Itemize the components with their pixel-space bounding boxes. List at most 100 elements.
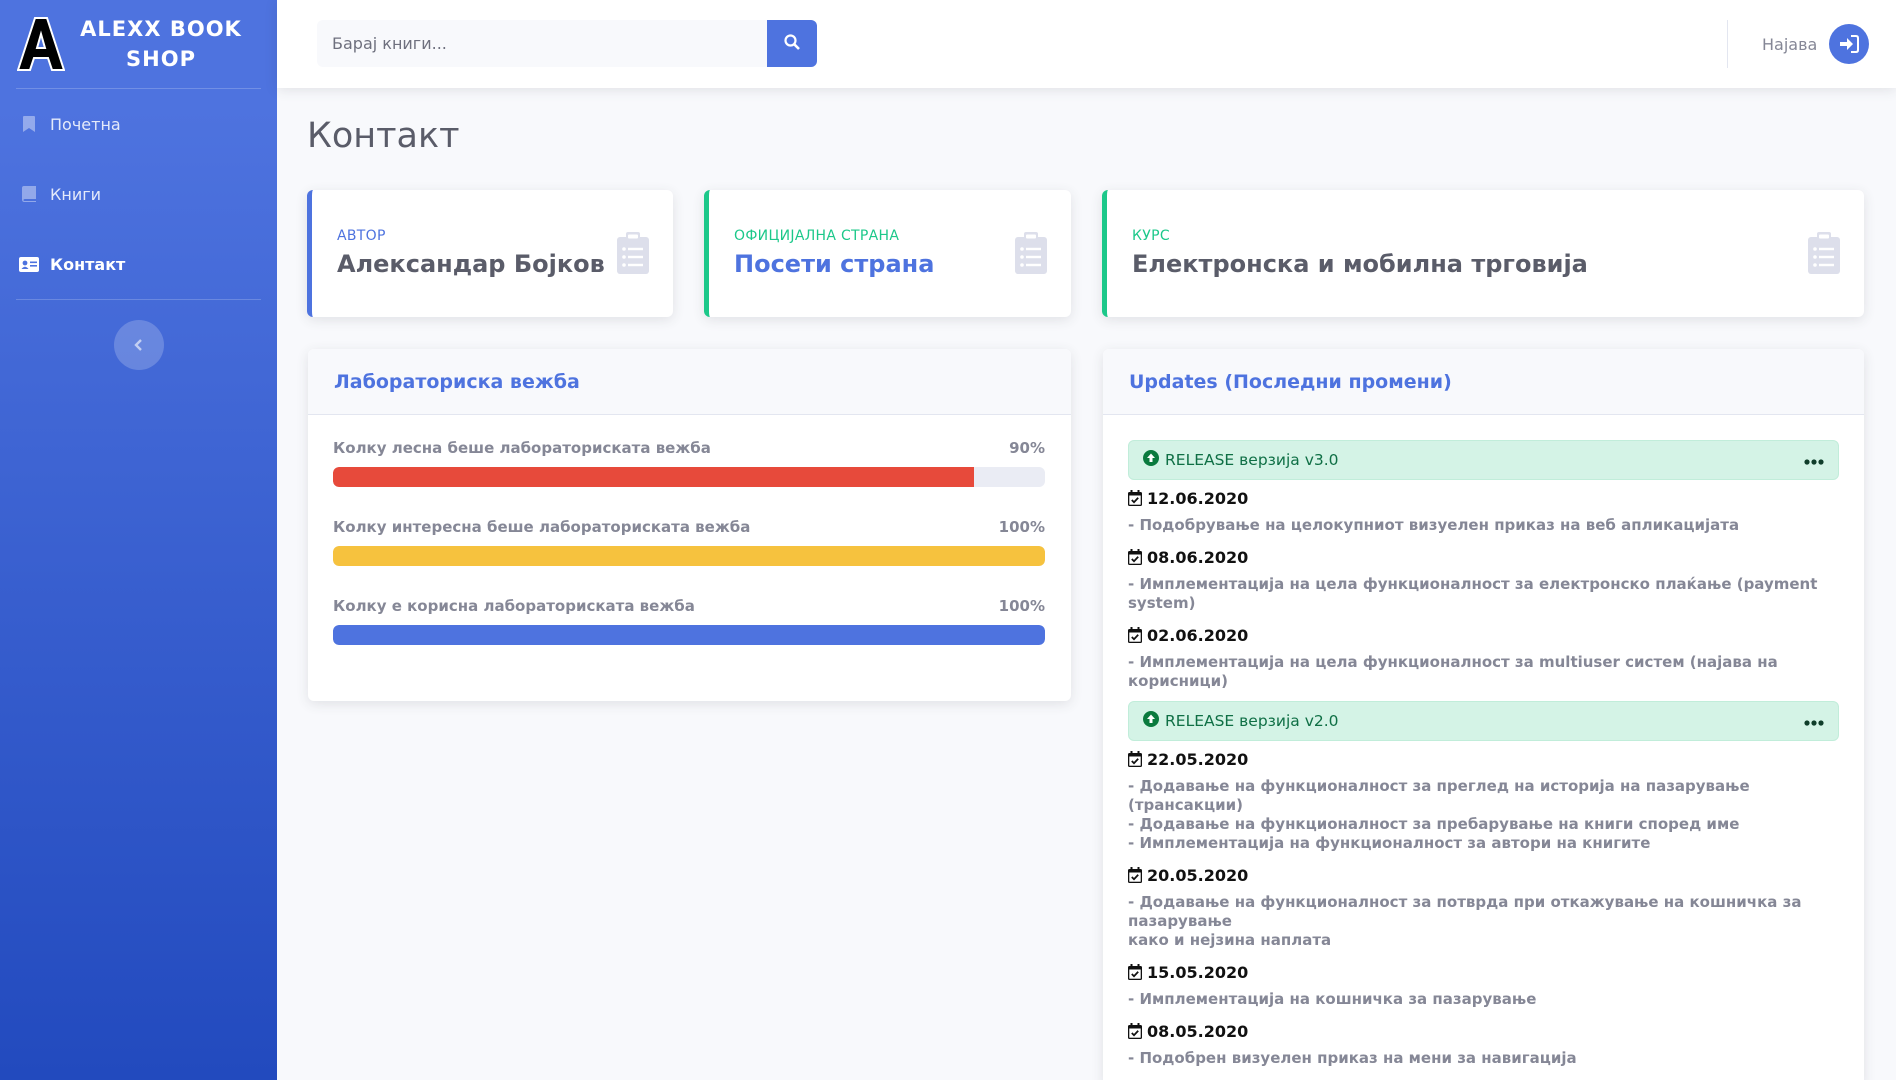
update-date: 12.06.2020 (1128, 486, 1839, 510)
sidebar-item-label: Почетна (50, 114, 121, 134)
update-entry: 02.06.2020 - Имплементација на цела функц… (1128, 623, 1839, 691)
progress-track (333, 467, 1045, 487)
course-card-value: Електронска и мобилна трговија (1132, 250, 1588, 278)
progress-fill (333, 625, 1045, 645)
update-date: 08.06.2020 (1128, 545, 1839, 569)
bookmark-icon (18, 114, 40, 134)
release-banner-v2: RELEASE верзија v2.0 (1128, 701, 1839, 741)
page-title: Контакт (307, 116, 460, 156)
sidebar-item-books[interactable]: Книги (0, 159, 277, 229)
update-date: 08.05.2020 (1128, 1019, 1839, 1043)
update-entry: 20.05.2020 - Додавање на функционалност з… (1128, 863, 1839, 950)
updates-body: RELEASE верзија v3.0 12.06.2020 - Подобру… (1103, 415, 1864, 1080)
id-card-icon (18, 254, 40, 274)
progress-percent: 90% (1009, 439, 1045, 457)
release-v3-entries: 12.06.2020 - Подобрување на целокупниот в… (1128, 486, 1839, 691)
update-date-text: 20.05.2020 (1147, 865, 1249, 885)
sidebar-item-contact[interactable]: Контакт (0, 229, 277, 299)
update-description: - Имплементација на цела функционалност … (1128, 653, 1778, 690)
arrow-circle-up-icon (1143, 450, 1159, 470)
progress-percent: 100% (998, 597, 1045, 615)
progress-label: Колку лесна беше лабораториската вежба (333, 439, 711, 457)
update-date: 22.05.2020 (1128, 747, 1839, 771)
sidebar-toggle-button[interactable] (113, 320, 164, 370)
ellipsis-icon[interactable] (1804, 451, 1824, 469)
update-description: - Додавање на функционалност за пребарув… (1128, 815, 1740, 833)
lab-card-title: Лабораториска вежба (308, 349, 1071, 415)
brand-name: ALEXX BOOK SHOP (80, 17, 242, 71)
clipboard-list-icon (1015, 232, 1047, 278)
update-description: - Имплементација на кошничка за пазарува… (1128, 990, 1537, 1008)
topbar: Најава (277, 0, 1896, 88)
search-input[interactable] (317, 20, 767, 67)
lab-exercise-card: Лабораториска вежба Колку лесна беше лаб… (308, 349, 1071, 701)
visit-page-link[interactable]: Посети страна (734, 250, 934, 278)
progress-track (333, 625, 1045, 645)
release-label: RELEASE верзија v3.0 (1165, 451, 1339, 469)
update-description: како и нејзина наплата (1128, 931, 1332, 949)
sidebar-item-label: Книги (50, 184, 102, 204)
topbar-divider (1727, 20, 1728, 68)
update-entry: 15.05.2020 - Имплементација на кошничка з… (1128, 960, 1839, 1009)
search-group (317, 20, 817, 67)
course-card-label: КУРС (1132, 228, 1170, 244)
brand-logo (16, 16, 66, 72)
update-date-text: 02.06.2020 (1147, 625, 1249, 645)
progress-track (333, 546, 1045, 566)
ellipsis-icon[interactable] (1804, 712, 1824, 730)
author-card: АВТОР Александар Бојков (307, 190, 673, 317)
progress-percent: 100% (998, 518, 1045, 536)
chevron-left-icon (133, 336, 144, 355)
calendar-check-icon (1128, 751, 1142, 767)
release-label: RELEASE верзија v2.0 (1165, 712, 1339, 730)
official-page-card: ОФИЦИЈАЛНА СТРАНА Посети страна (704, 190, 1071, 317)
sidebar-item-home[interactable]: Почетна (0, 89, 277, 159)
author-card-value: Александар Бојков (337, 250, 605, 278)
author-card-label: АВТОР (337, 228, 386, 244)
clipboard-list-icon (1808, 232, 1840, 278)
calendar-check-icon (1128, 964, 1142, 980)
calendar-check-icon (1128, 1023, 1142, 1039)
updates-card: Updates (Последни промени) RELEASE верзи… (1103, 349, 1864, 1080)
update-entry: 12.06.2020 - Подобрување на целокупниот в… (1128, 486, 1839, 535)
update-date-text: 15.05.2020 (1147, 962, 1249, 982)
course-card: КУРС Електронска и мобилна трговија (1102, 190, 1864, 317)
book-icon (18, 184, 40, 204)
sidebar-toggle-wrap (0, 300, 277, 370)
progress-easy: Колку лесна беше лабораториската вежба 9… (333, 439, 1045, 487)
release-v2-entries: 22.05.2020 - Додавање на функционалност з… (1128, 747, 1839, 1080)
update-date-text: 08.06.2020 (1147, 547, 1249, 567)
update-description: - Додавање на функционалност за потврда … (1128, 893, 1802, 930)
calendar-check-icon (1128, 490, 1142, 506)
progress-interesting: Колку интересна беше лабораториската веж… (333, 518, 1045, 566)
update-description: - Додавање на функционалност за преглед … (1128, 777, 1750, 814)
brand[interactable]: ALEXX BOOK SHOP (0, 0, 277, 88)
updates-card-title: Updates (Последни промени) (1103, 349, 1864, 415)
update-description: - Подобрен визуелен приказ на мени за на… (1128, 1049, 1577, 1067)
update-date-text: 08.05.2020 (1147, 1021, 1249, 1041)
update-date: 20.05.2020 (1128, 863, 1839, 887)
login-link[interactable]: Најава (1762, 24, 1870, 64)
update-description: - Имплементација на функционалност за ав… (1128, 834, 1651, 852)
update-entry: 08.06.2020 - Имплементација на цела функц… (1128, 545, 1839, 613)
update-entry: 08.05.2020 - Подобрен визуелен приказ на … (1128, 1019, 1839, 1068)
sidebar-item-label: Контакт (50, 254, 126, 274)
update-date-text: 12.06.2020 (1147, 488, 1249, 508)
progress-useful: Колку е корисна лабораториската вежба 10… (333, 597, 1045, 645)
progress-label: Колку е корисна лабораториската вежба (333, 597, 695, 615)
search-button[interactable] (767, 20, 817, 67)
arrow-circle-up-icon (1143, 711, 1159, 731)
progress-label: Колку интересна беше лабораториската веж… (333, 518, 751, 536)
clipboard-list-icon (617, 232, 649, 278)
update-description: - Имплементација на цела функционалност … (1128, 575, 1818, 612)
login-label: Најава (1762, 34, 1818, 54)
progress-fill (333, 546, 1045, 566)
calendar-check-icon (1128, 549, 1142, 565)
update-date: 15.05.2020 (1128, 960, 1839, 984)
sign-in-icon (1829, 24, 1870, 64)
official-page-card-label: ОФИЦИЈАЛНА СТРАНА (734, 228, 900, 244)
update-date-text: 22.05.2020 (1147, 749, 1249, 769)
update-entry: 22.05.2020 - Додавање на функционалност з… (1128, 747, 1839, 853)
update-description: - Подобрување на целокупниот визуелен пр… (1128, 516, 1740, 534)
update-date: 02.06.2020 (1128, 623, 1839, 647)
